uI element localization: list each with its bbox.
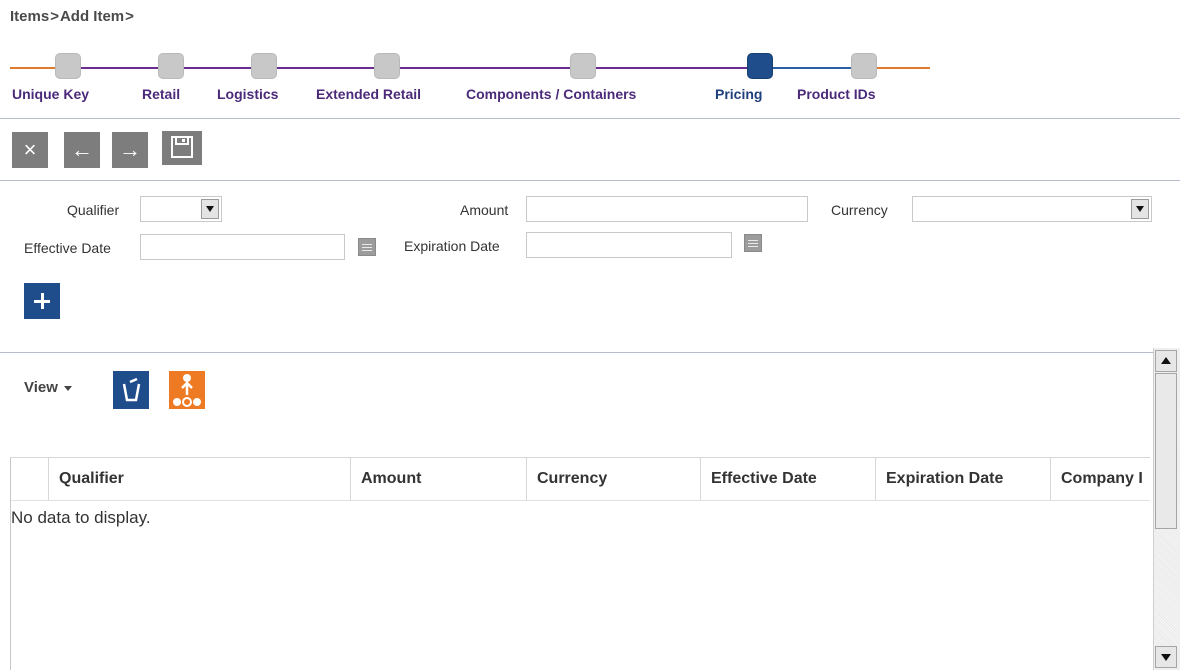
calendar-icon[interactable] xyxy=(358,238,376,256)
train-stop-components-containers[interactable] xyxy=(570,53,596,79)
pricing-table: Qualifier Amount Currency Effective Date… xyxy=(10,457,1150,670)
scrollbar-thumb[interactable] xyxy=(1155,373,1177,529)
expiration-date-label: Expiration Date xyxy=(404,238,500,254)
train-line-start xyxy=(10,67,55,69)
breadcrumb: Items>Add Item> xyxy=(10,8,135,25)
column-header-amount[interactable]: Amount xyxy=(351,458,527,500)
breadcrumb-separator: > xyxy=(50,8,59,25)
view-menu-label: View xyxy=(24,379,58,396)
breadcrumb-item-items[interactable]: Items xyxy=(10,8,49,25)
expiration-date-input[interactable] xyxy=(526,232,732,258)
effective-date-label: Effective Date xyxy=(24,240,111,256)
train-stop-logistics[interactable] xyxy=(251,53,277,79)
divider xyxy=(0,180,1180,181)
train-label-logistics[interactable]: Logistics xyxy=(217,86,278,102)
detach-icon xyxy=(122,377,141,402)
forward-arrow-icon: → xyxy=(119,137,141,162)
breadcrumb-item-add-item: Add Item xyxy=(59,8,125,25)
divider xyxy=(0,352,1153,353)
train-label-extended-retail[interactable]: Extended Retail xyxy=(316,86,421,102)
chevron-down-icon xyxy=(63,385,72,391)
column-header-qualifier[interactable]: Qualifier xyxy=(49,458,351,500)
train-label-unique-key[interactable]: Unique Key xyxy=(12,86,89,102)
scroll-down-button[interactable] xyxy=(1155,646,1177,668)
next-button[interactable]: → xyxy=(112,132,148,168)
detach-button[interactable] xyxy=(113,371,149,409)
hierarchy-button[interactable] xyxy=(169,371,205,409)
back-button[interactable]: ← xyxy=(64,132,100,168)
currency-label: Currency xyxy=(831,202,888,218)
train-stop-unique-key[interactable] xyxy=(55,53,81,79)
train-stop-retail[interactable] xyxy=(158,53,184,79)
scroll-up-button[interactable] xyxy=(1155,350,1177,372)
view-menu[interactable]: View xyxy=(24,379,72,396)
column-header-select xyxy=(11,458,49,500)
save-button[interactable] xyxy=(162,131,202,165)
header-divider xyxy=(11,500,1150,501)
cancel-button[interactable]: × xyxy=(12,132,48,168)
column-header-effective-date[interactable]: Effective Date xyxy=(701,458,876,500)
empty-table-message: No data to display. xyxy=(11,508,151,527)
breadcrumb-separator: > xyxy=(125,8,134,25)
train-label-retail[interactable]: Retail xyxy=(142,86,180,102)
train-stop-pricing[interactable] xyxy=(747,53,773,79)
train-line-future xyxy=(760,67,865,69)
dropdown-arrow-icon[interactable] xyxy=(1131,199,1149,219)
dropdown-arrow-icon[interactable] xyxy=(201,199,219,219)
train-stop-product-ids[interactable] xyxy=(851,53,877,79)
column-header-expiration-date[interactable]: Expiration Date xyxy=(876,458,1051,500)
column-header-currency[interactable]: Currency xyxy=(527,458,701,500)
train-label-product-ids[interactable]: Product IDs xyxy=(797,86,876,102)
back-arrow-icon: ← xyxy=(71,137,93,162)
close-icon: × xyxy=(23,137,37,162)
amount-label: Amount xyxy=(460,202,509,218)
qualifier-select[interactable] xyxy=(140,196,222,222)
train-label-pricing[interactable]: Pricing xyxy=(715,86,762,102)
qualifier-label: Qualifier xyxy=(67,202,120,218)
save-icon xyxy=(171,136,193,158)
currency-select[interactable] xyxy=(912,196,1152,222)
hierarchy-icon xyxy=(173,374,201,407)
column-header-company[interactable]: Company I xyxy=(1051,458,1150,500)
calendar-icon[interactable] xyxy=(744,234,762,252)
amount-input[interactable] xyxy=(526,196,808,222)
train-stop-extended-retail[interactable] xyxy=(374,53,400,79)
train-label-components-containers[interactable]: Components / Containers xyxy=(466,86,636,102)
divider xyxy=(0,118,1180,119)
add-button[interactable] xyxy=(24,283,60,319)
effective-date-input[interactable] xyxy=(140,234,345,260)
